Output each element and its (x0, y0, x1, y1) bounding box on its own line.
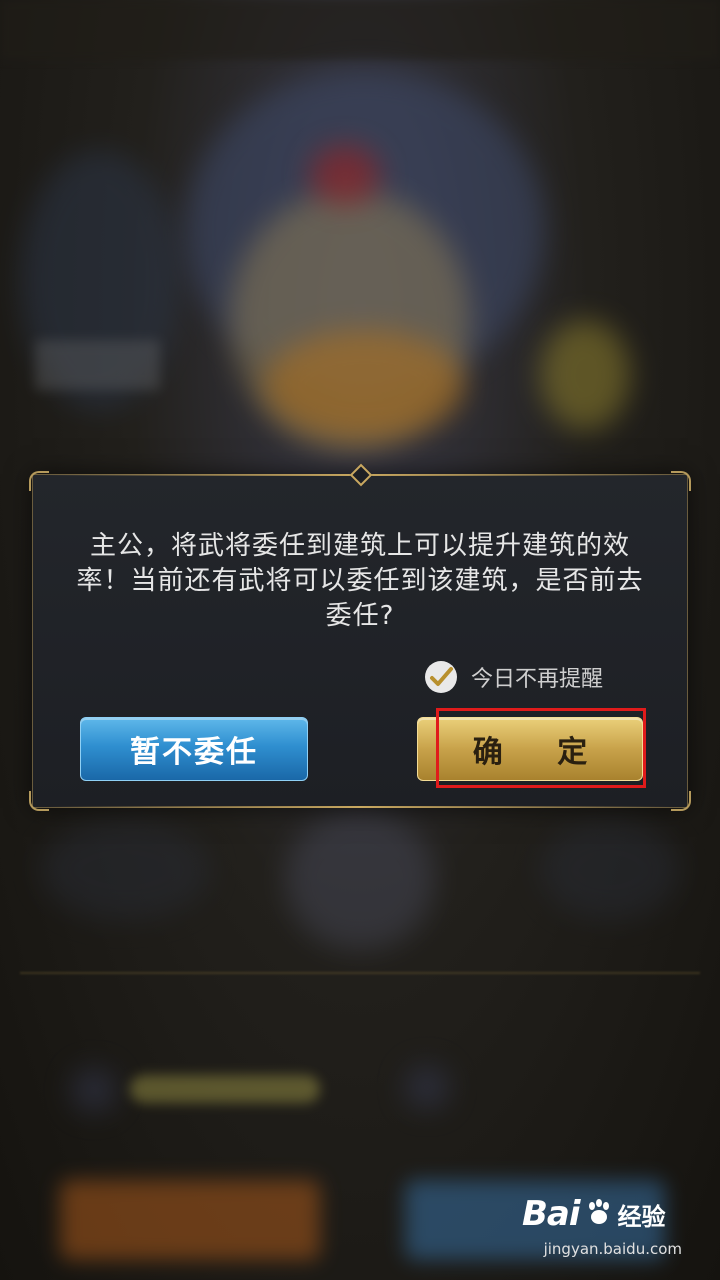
watermark-suffix: 经验 (617, 1202, 666, 1231)
no-remind-today-toggle[interactable]: 今日不再提醒 (425, 659, 603, 695)
baidu-paw-icon (584, 1197, 614, 1231)
baidu-jingyan-watermark: Bai 经验 jingyan.baidu.com (522, 1194, 682, 1264)
dialog-message: 主公，将武将委任到建筑上可以提升建筑的效率！当前还有武将可以委任到该建筑，是否前… (76, 531, 644, 631)
watermark-brand: Bai (522, 1194, 581, 1234)
dialog-corner-ornament (29, 791, 49, 811)
dialog-corner-ornament (671, 791, 691, 811)
cancel-assign-button[interactable]: 暂不委任 (80, 717, 308, 781)
no-remind-label: 今日不再提醒 (471, 667, 604, 692)
dialog-corner-ornament (29, 471, 49, 491)
checkmark-icon (425, 661, 457, 693)
confirm-highlight-box (436, 708, 646, 788)
watermark-url: jingyan.baidu.com (543, 1240, 682, 1258)
dialog-corner-ornament (671, 471, 691, 491)
